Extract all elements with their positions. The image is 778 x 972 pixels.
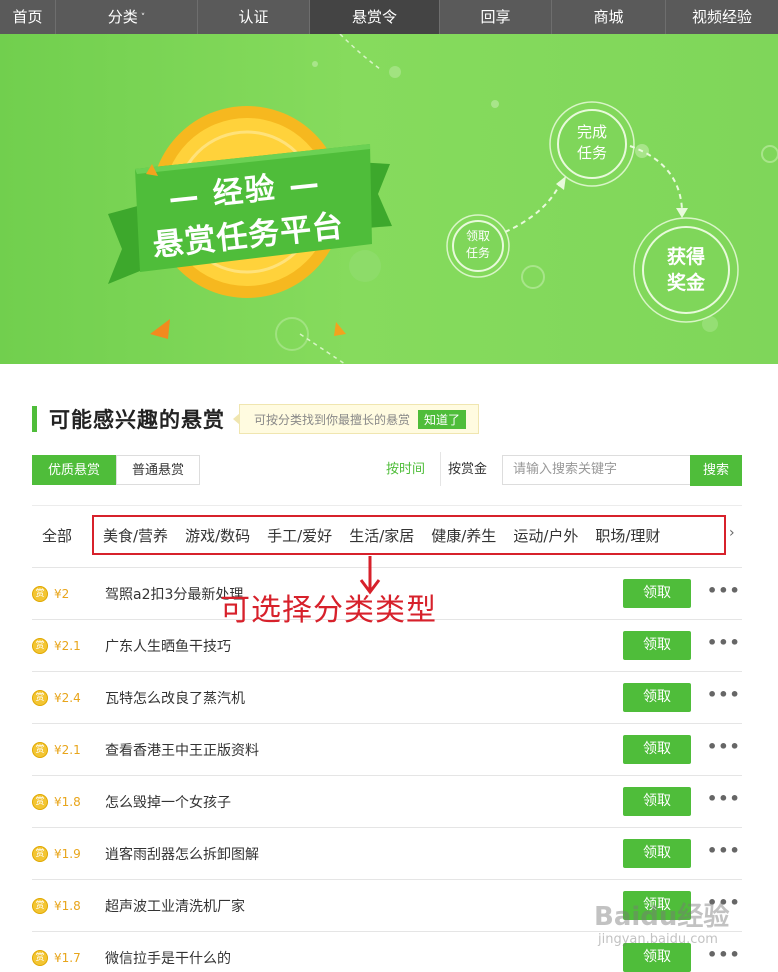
task-amount: ¥1.8	[54, 899, 81, 913]
step-receive-line2: 任务	[465, 246, 490, 260]
more-icon[interactable]: •••	[707, 581, 741, 600]
tip-text: 可按分类找到你最擅长的悬赏	[254, 412, 411, 427]
coin-icon: 赏	[32, 690, 48, 706]
banner: — 经验 — 悬赏任务平台 领取 任务 完成 任务 获得 奖金	[0, 34, 778, 364]
nav-certify[interactable]: 认证	[198, 0, 310, 34]
task-amount: ¥1.8	[54, 795, 81, 809]
tip-dismiss-button[interactable]: 知道了	[418, 409, 467, 429]
more-icon[interactable]: •••	[707, 633, 741, 652]
step-reward: 获得 奖金	[656, 244, 716, 296]
nav-video[interactable]: 视频经验	[666, 0, 778, 34]
coin-icon: 赏	[32, 846, 48, 862]
nav-bounty-label: 悬赏令	[351, 8, 397, 26]
nav-share[interactable]: 回享	[440, 0, 552, 34]
sort-by-amount[interactable]: 按赏金	[448, 455, 487, 485]
take-button[interactable]: 领取	[623, 579, 691, 608]
section-bar	[32, 406, 37, 432]
section-header: 可能感兴趣的悬赏 可按分类找到你最擅长的悬赏 知道了	[32, 404, 480, 434]
banner-text-layer: — 经验 — 悬赏任务平台 领取 任务 完成 任务 获得 奖金	[0, 34, 778, 364]
task-amount: ¥1.7	[54, 951, 81, 965]
nav-mall[interactable]: 商城	[552, 0, 666, 34]
task-title[interactable]: 瓦特怎么改良了蒸汽机	[105, 688, 245, 708]
chevron-right-icon[interactable]: ›	[729, 525, 735, 541]
bounty-tabs: 优质悬赏 普通悬赏	[32, 455, 201, 485]
nav-certify-label: 认证	[238, 8, 269, 26]
take-button[interactable]: 领取	[623, 683, 691, 712]
category-divider	[32, 505, 742, 506]
nav-mall-label: 商城	[593, 8, 624, 26]
more-icon[interactable]: •••	[707, 841, 741, 860]
step-receive-line1: 领取	[465, 229, 490, 243]
coin-icon: 赏	[32, 638, 48, 654]
task-amount: ¥2.1	[54, 639, 81, 653]
more-icon[interactable]: •••	[707, 685, 741, 704]
nav-share-label: 回享	[480, 8, 511, 26]
annotation-text: 可选择分类类型	[220, 593, 437, 628]
category-all[interactable]: 全部	[42, 525, 72, 546]
task-row: 赏 ¥1.8 怎么毁掉一个女孩子 领取 •••	[32, 775, 742, 827]
more-icon[interactable]: •••	[707, 789, 741, 808]
task-title[interactable]: 逍客雨刮器怎么拆卸图解	[105, 844, 259, 864]
chevron-down-icon: ˅	[140, 13, 146, 23]
coin-icon: 赏	[32, 950, 48, 966]
step-complete-line1: 完成	[576, 123, 607, 141]
task-amount: ¥1.9	[54, 847, 81, 861]
nav-video-label: 视频经验	[691, 8, 752, 26]
coin-icon: 赏	[32, 586, 48, 602]
tab-normal[interactable]: 普通悬赏	[116, 455, 201, 485]
task-title[interactable]: 超声波工业清洗机厂家	[105, 896, 245, 916]
nav-home[interactable]: 首页	[0, 0, 56, 34]
take-button[interactable]: 领取	[623, 787, 691, 816]
take-button[interactable]: 领取	[623, 943, 691, 972]
step-complete: 完成 任务	[567, 122, 617, 164]
nav-home-label: 首页	[12, 8, 43, 26]
sort-divider	[440, 452, 441, 486]
tip-box: 可按分类找到你最擅长的悬赏 知道了	[232, 404, 480, 434]
coin-icon: 赏	[32, 794, 48, 810]
step-reward-line2: 奖金	[666, 272, 705, 294]
step-reward-line1: 获得	[666, 246, 705, 268]
watermark-url: jingyan.baidu.com	[598, 932, 718, 947]
annotation-box	[92, 515, 726, 555]
step-receive: 领取 任务	[458, 228, 498, 262]
more-icon[interactable]: •••	[707, 945, 741, 964]
task-title[interactable]: 微信拉手是干什么的	[105, 948, 231, 968]
top-nav: 首页 分类 ˅ 认证 悬赏令 回享 商城 视频经验	[0, 0, 778, 34]
search-button[interactable]: 搜索	[690, 455, 742, 486]
task-amount: ¥2	[54, 587, 70, 601]
nav-bounty[interactable]: 悬赏令	[310, 0, 440, 34]
coin-icon: 赏	[32, 742, 48, 758]
nav-category[interactable]: 分类 ˅	[56, 0, 198, 34]
search-input[interactable]: 请输入搜索关键字	[502, 455, 692, 485]
take-button[interactable]: 领取	[623, 839, 691, 868]
take-button[interactable]: 领取	[623, 735, 691, 764]
task-amount: ¥2.1	[54, 743, 81, 757]
coin-icon: 赏	[32, 898, 48, 914]
take-button[interactable]: 领取	[623, 631, 691, 660]
task-row: 赏 ¥2.4 瓦特怎么改良了蒸汽机 领取 •••	[32, 671, 742, 723]
step-complete-line2: 任务	[576, 144, 607, 162]
task-row: 赏 ¥1.9 逍客雨刮器怎么拆卸图解 领取 •••	[32, 827, 742, 879]
task-title[interactable]: 广东人生晒鱼干技巧	[105, 636, 231, 656]
tab-premium[interactable]: 优质悬赏	[32, 455, 117, 485]
task-row: 赏 ¥2.1 查看香港王中王正版资料 领取 •••	[32, 723, 742, 775]
more-icon[interactable]: •••	[707, 737, 741, 756]
sort-by-time[interactable]: 按时间	[386, 455, 425, 485]
watermark-logo: Baidu经验	[594, 902, 730, 932]
nav-category-label: 分类	[107, 8, 138, 26]
task-title[interactable]: 查看香港王中王正版资料	[105, 740, 259, 760]
task-amount: ¥2.4	[54, 691, 81, 705]
section-title: 可能感兴趣的悬赏	[49, 408, 225, 432]
task-title[interactable]: 怎么毁掉一个女孩子	[105, 792, 231, 812]
